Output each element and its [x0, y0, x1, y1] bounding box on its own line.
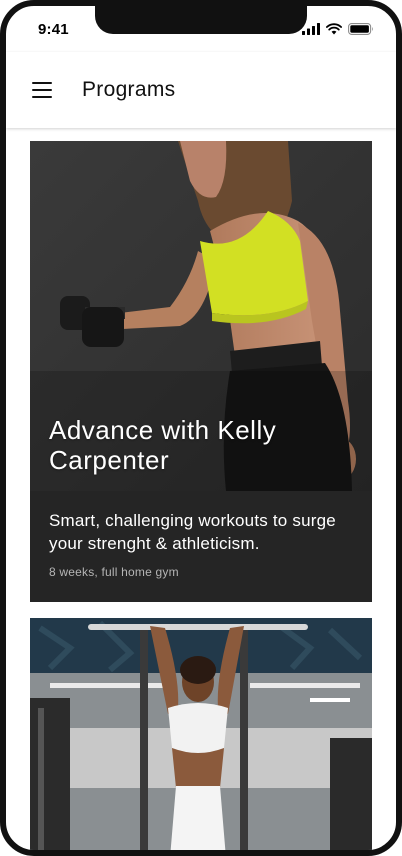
program-hero-image: Advance with Kelly Carpenter	[30, 141, 372, 491]
program-title: Advance with Kelly Carpenter	[49, 415, 277, 475]
page-title: Programs	[82, 78, 176, 101]
program-card[interactable]: Advance with Kelly Carpenter Smart, chal…	[30, 141, 372, 602]
program-meta: 8 weeks, full home gym	[49, 565, 179, 579]
app-bar: Programs	[6, 52, 396, 128]
program-description: Smart, challenging workouts to surge you…	[49, 511, 336, 553]
hamburger-menu-icon[interactable]	[32, 82, 52, 98]
battery-icon	[348, 23, 373, 35]
status-time: 9:41	[38, 20, 69, 38]
device-notch	[95, 6, 307, 34]
program-card[interactable]	[30, 618, 372, 850]
phone-frame: 9:41 Programs Advance with Kelly Carpent…	[0, 0, 402, 856]
woman-gym-pullup-image	[30, 618, 372, 850]
wifi-icon	[326, 23, 342, 35]
program-details: Smart, challenging workouts to surge you…	[30, 491, 372, 602]
